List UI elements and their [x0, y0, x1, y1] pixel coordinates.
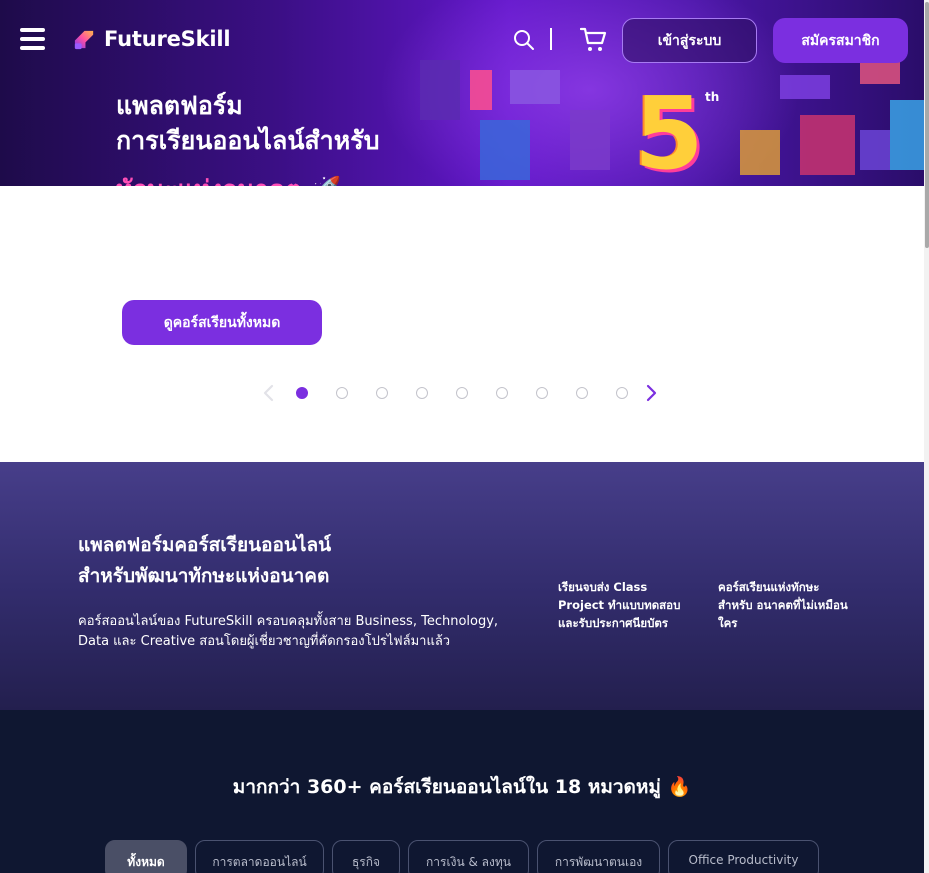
info-title-line2: สำหรับพัฒนาทักษะแห่งอนาคต [78, 565, 330, 587]
menu-bar [20, 46, 45, 50]
feature-future-skills: คอร์สเรียนแห่งทักษะ สำหรับ อนาคตที่ไม่เห… [718, 580, 848, 630]
scrollbar-thumb[interactable] [925, 2, 929, 248]
anniversary-suffix: th [705, 90, 720, 104]
signup-button[interactable]: สมัครสมาชิก [773, 18, 908, 63]
feature-class-project: เรียนจบส่ง Class Project ทำแบบทดสอบ และร… [558, 580, 681, 630]
carousel-dot-6[interactable] [496, 387, 508, 399]
cart-icon[interactable] [580, 27, 607, 53]
search-icon[interactable] [513, 29, 535, 51]
decor-tile [740, 130, 780, 175]
carousel-dot-1[interactable] [296, 387, 308, 399]
logo-text: FutureSkill [104, 27, 231, 51]
hero-headline-line1: แพลตฟอร์ม [116, 91, 243, 120]
decor-tile [470, 70, 492, 110]
menu-icon[interactable] [20, 28, 46, 50]
header-divider [550, 28, 552, 50]
info-title-line1: แพลตฟอร์มคอร์สเรียนออนไลน์ [78, 534, 332, 556]
decor-tile [420, 60, 460, 120]
tab-all[interactable]: ทั้งหมด [105, 840, 187, 873]
decor-tile [510, 70, 560, 104]
page: แพลตฟอร์ม การเรียนออนไลน์สำหรับ ทักษะแห่… [0, 0, 929, 873]
carousel-dot-5[interactable] [456, 387, 468, 399]
carousel-dot-3[interactable] [376, 387, 388, 399]
decor-tile [800, 115, 855, 175]
tab-finance-investing[interactable]: การเงิน & ลงทุน [408, 840, 529, 873]
menu-bar [20, 37, 45, 41]
hero-headline-line2: การเรียนออนไลน์สำหรับ [116, 126, 380, 155]
info-description-line1: คอร์สออนไลน์ของ FutureSkill ครอบคลุมทั้ง… [78, 614, 499, 629]
anniversary-number: 5 [634, 75, 704, 186]
decor-tile [780, 75, 830, 99]
decor-tile [570, 110, 610, 170]
categories-title: มากกว่า 360+ คอร์สเรียนออนไลน์ใน 18 หมวด… [232, 776, 692, 798]
chevron-right-icon[interactable] [646, 384, 658, 402]
carousel-dot-8[interactable] [576, 387, 588, 399]
hero-headline-line3: ทักษะแห่งอนาคต 🚀 [116, 170, 341, 186]
menu-bar [20, 28, 45, 32]
carousel-dot-2[interactable] [336, 387, 348, 399]
info-description-line2: Data และ Creative สอนโดยผู้เชี่ยวชาญที่ค… [78, 634, 451, 649]
logo-mark-icon [74, 30, 94, 50]
view-all-courses-button[interactable]: ดูคอร์สเรียนทั้งหมด [122, 300, 322, 345]
decor-tile [890, 100, 924, 170]
chevron-left-icon[interactable] [262, 384, 274, 402]
logo-text-b: Skill [180, 27, 231, 51]
logo-text-a: Future [104, 27, 181, 51]
carousel-dot-7[interactable] [536, 387, 548, 399]
login-button[interactable]: เข้าสู่ระบบ [622, 18, 757, 63]
carousel-dot-9[interactable] [616, 387, 628, 399]
futureskill-logo[interactable]: FutureSkill [72, 26, 231, 54]
tab-online-marketing[interactable]: การตลาดออนไลน์ [195, 840, 324, 873]
tab-office-productivity[interactable]: Office Productivity [668, 840, 819, 873]
decor-tile [860, 130, 890, 170]
decor-tile [860, 60, 900, 84]
tab-self-development[interactable]: การพัฒนาตนเอง [537, 840, 660, 873]
carousel-dot-4[interactable] [416, 387, 428, 399]
decor-tile [480, 120, 530, 180]
tab-business[interactable]: ธุรกิจ [332, 840, 400, 873]
